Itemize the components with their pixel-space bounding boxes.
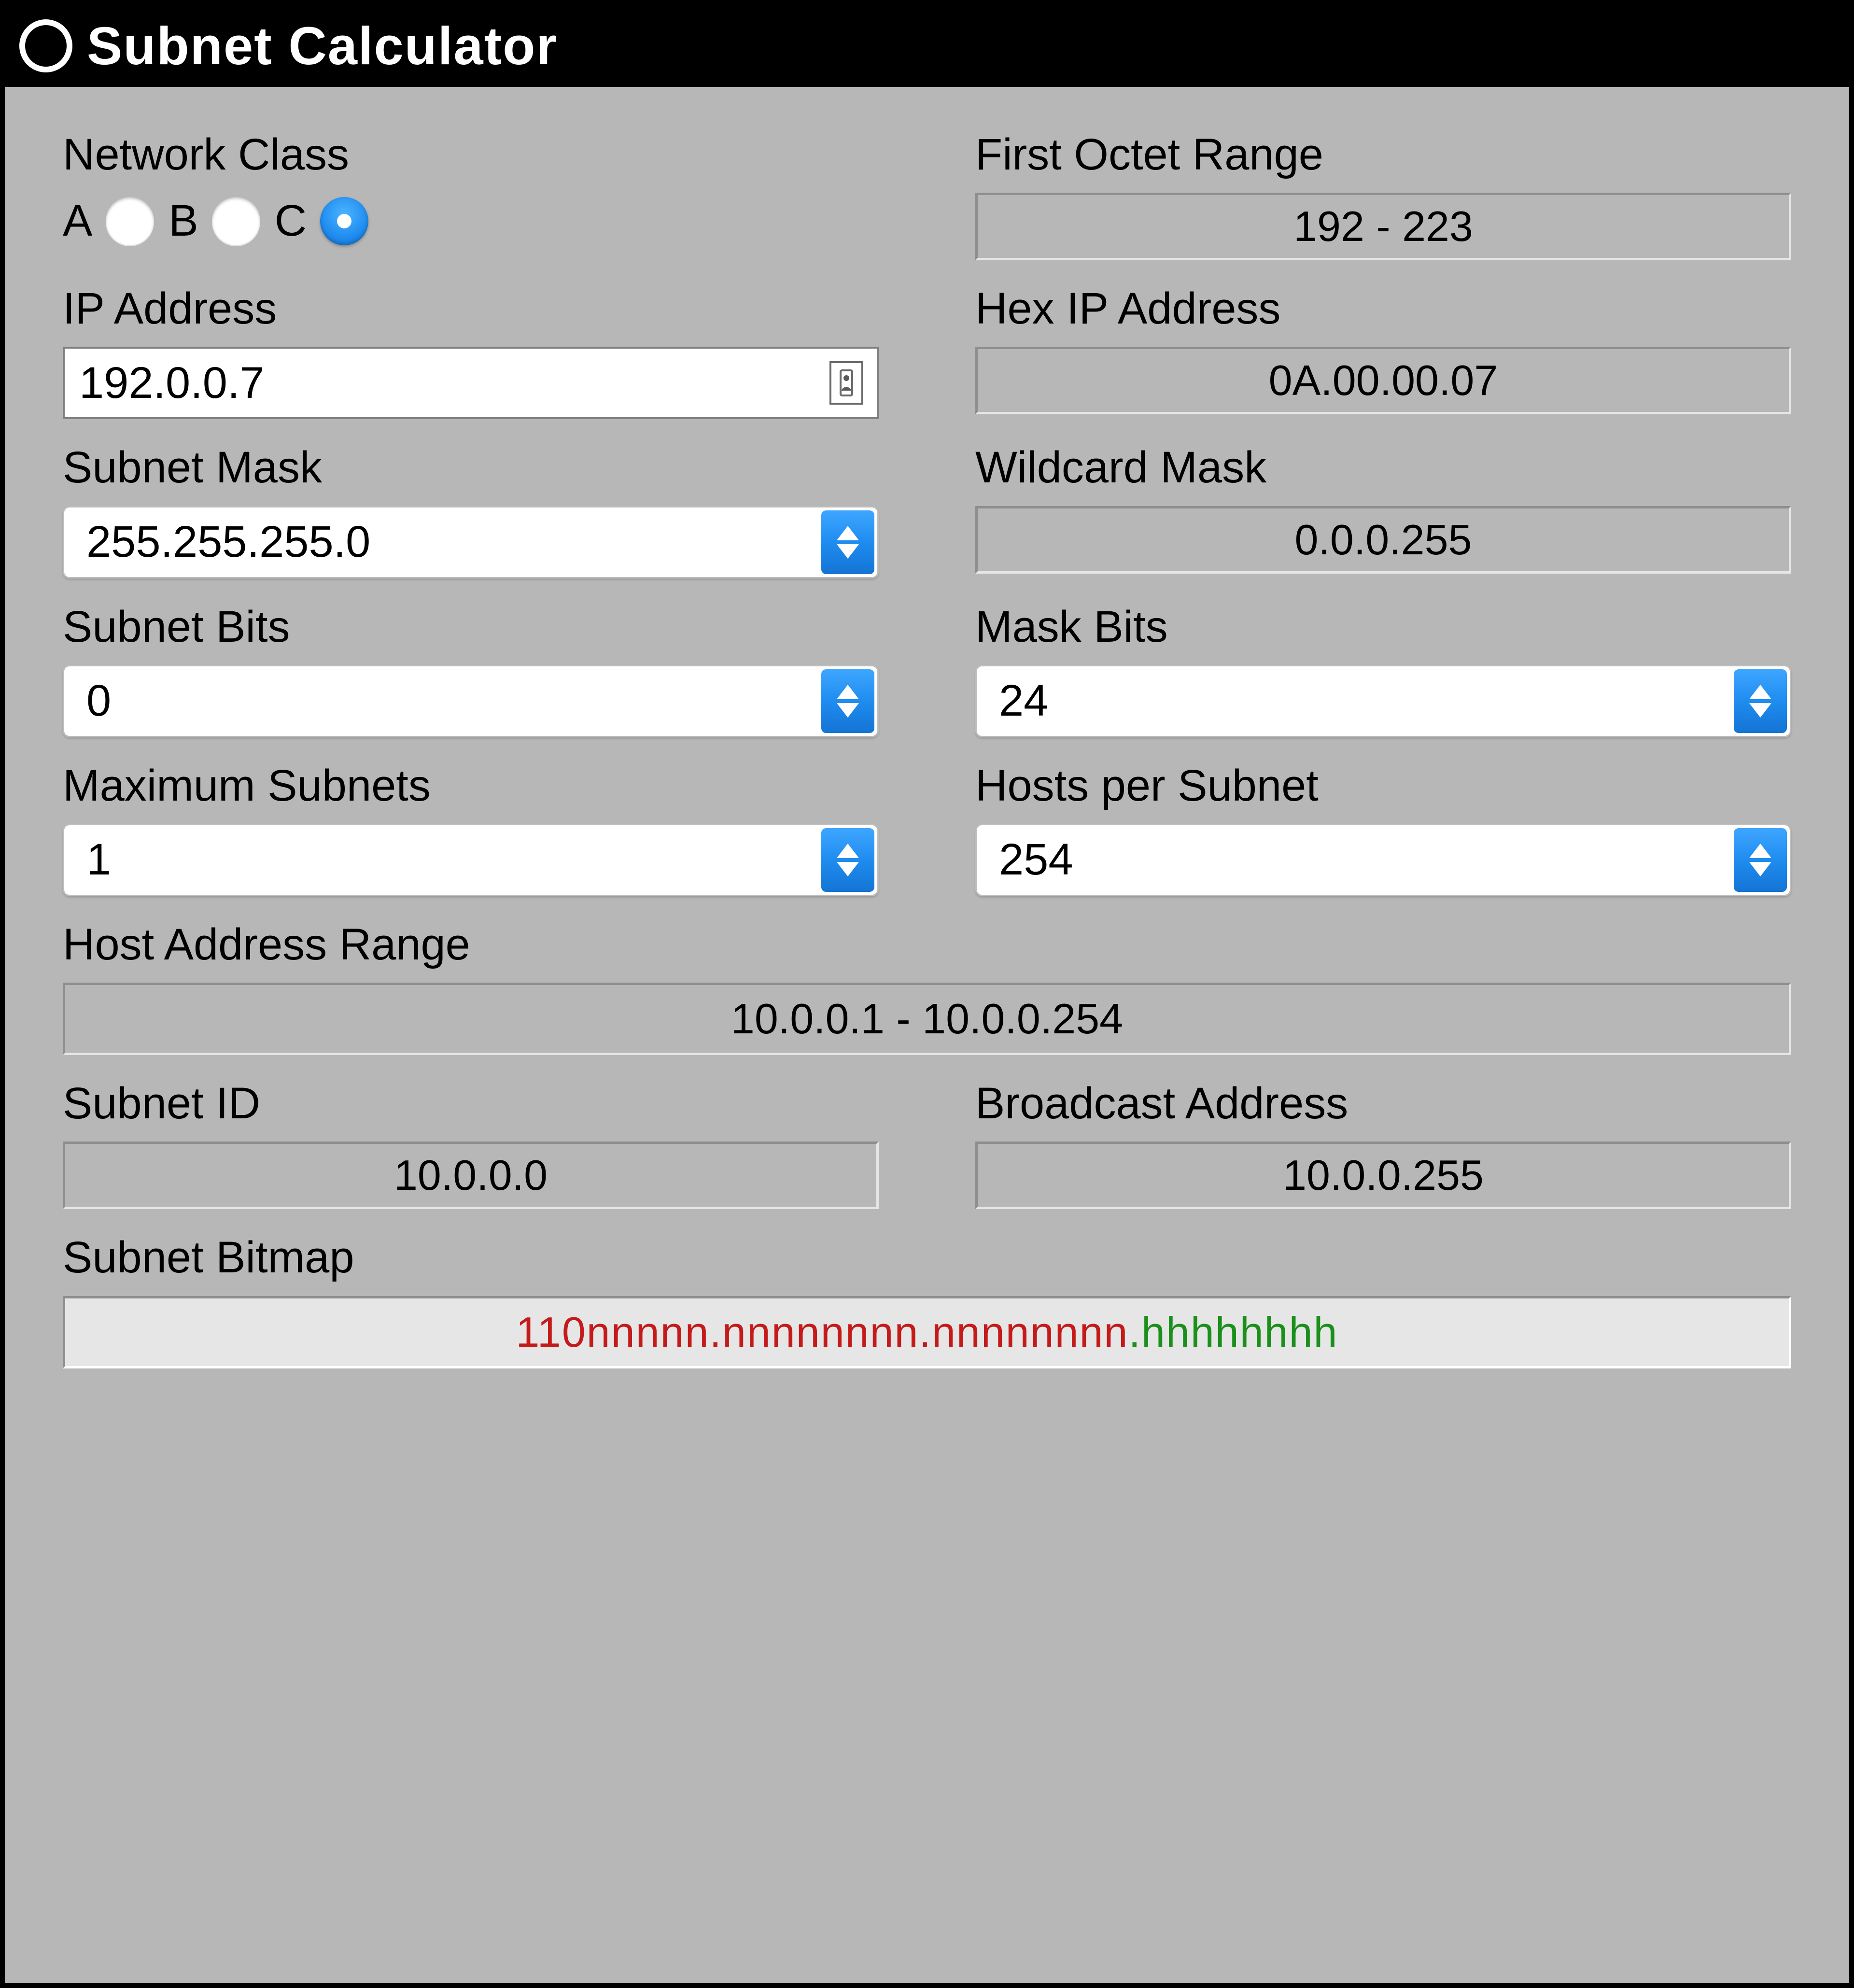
hosts-per-subnet-label: Hosts per Subnet xyxy=(975,761,1791,810)
broadcast-address-value: 10.0.0.255 xyxy=(975,1142,1791,1209)
window-title: Subnet Calculator xyxy=(87,15,558,77)
subnet-bits-label: Subnet Bits xyxy=(63,603,879,651)
network-class-c-radio[interactable] xyxy=(320,197,368,245)
ip-address-label: IP Address xyxy=(63,284,879,333)
app-icon xyxy=(19,19,72,72)
network-class-b-label: B xyxy=(169,196,198,246)
bitmap-seg4: hhhhhhhh xyxy=(1141,1308,1338,1357)
mask-bits-label: Mask Bits xyxy=(975,603,1791,651)
first-octet-range-label: First Octet Range xyxy=(975,130,1791,179)
maximum-subnets-select[interactable]: 1 xyxy=(63,824,879,896)
subnet-mask-value: 255.255.255.0 xyxy=(86,517,370,567)
subnet-id-value: 10.0.0.0 xyxy=(63,1142,879,1209)
network-class-field: Network Class A B C xyxy=(63,130,879,260)
wildcard-mask-label: Wildcard Mask xyxy=(975,443,1791,492)
bitmap-seg3: nnnnnnnn xyxy=(932,1308,1129,1357)
subnet-bits-select[interactable]: 0 xyxy=(63,665,879,737)
hex-ip-address-label: Hex IP Address xyxy=(975,284,1791,333)
maximum-subnets-field: Maximum Subnets 1 xyxy=(63,761,879,896)
bitmap-seg1: 110nnnnn xyxy=(516,1308,710,1357)
titlebar: Subnet Calculator xyxy=(5,5,1849,87)
chevron-up-down-icon xyxy=(821,510,874,574)
subnet-id-field: Subnet ID 10.0.0.0 xyxy=(63,1079,879,1209)
ip-address-value: 192.0.0.7 xyxy=(79,358,265,409)
subnet-calculator-window: Subnet Calculator Network Class A B C Fi… xyxy=(0,0,1854,1988)
wildcard-mask-value: 0.0.0.255 xyxy=(975,506,1791,574)
subnet-bitmap-label: Subnet Bitmap xyxy=(63,1233,1791,1282)
network-class-label: Network Class xyxy=(63,130,879,179)
subnet-id-label: Subnet ID xyxy=(63,1079,879,1128)
subnet-bits-field: Subnet Bits 0 xyxy=(63,603,879,737)
hosts-per-subnet-value: 254 xyxy=(999,834,1073,885)
chevron-up-down-icon xyxy=(1734,669,1787,733)
contacts-icon[interactable] xyxy=(829,361,863,405)
first-octet-range-field: First Octet Range 192 - 223 xyxy=(975,130,1791,260)
mask-bits-field: Mask Bits 24 xyxy=(975,603,1791,737)
subnet-mask-field: Subnet Mask 255.255.255.0 xyxy=(63,443,879,578)
maximum-subnets-value: 1 xyxy=(86,834,111,885)
mask-bits-value: 24 xyxy=(999,676,1048,726)
network-class-a-radio[interactable] xyxy=(106,197,154,245)
first-octet-range-value: 192 - 223 xyxy=(975,193,1791,260)
network-class-c-label: C xyxy=(275,196,307,246)
host-address-range-label: Host Address Range xyxy=(63,920,1791,969)
hex-ip-address-value: 0A.00.00.07 xyxy=(975,347,1791,414)
subnet-bits-value: 0 xyxy=(86,676,111,726)
wildcard-mask-field: Wildcard Mask 0.0.0.255 xyxy=(975,443,1791,578)
hex-ip-address-field: Hex IP Address 0A.00.00.07 xyxy=(975,284,1791,419)
broadcast-address-label: Broadcast Address xyxy=(975,1079,1791,1128)
ip-address-field: IP Address 192.0.0.7 xyxy=(63,284,879,419)
host-address-range-field: Host Address Range 10.0.0.1 - 10.0.0.254 xyxy=(63,920,1791,1055)
chevron-up-down-icon xyxy=(821,828,874,892)
network-class-a-label: A xyxy=(63,196,92,246)
bitmap-seg2: nnnnnnnn xyxy=(722,1308,919,1357)
subnet-mask-select[interactable]: 255.255.255.0 xyxy=(63,506,879,578)
broadcast-address-field: Broadcast Address 10.0.0.255 xyxy=(975,1079,1791,1209)
subnet-bitmap-field: Subnet Bitmap 110nnnnn.nnnnnnnn.nnnnnnnn… xyxy=(63,1233,1791,1368)
subnet-bitmap-value: 110nnnnn.nnnnnnnn.nnnnnnnn.hhhhhhhh xyxy=(63,1296,1791,1368)
chevron-up-down-icon xyxy=(821,669,874,733)
maximum-subnets-label: Maximum Subnets xyxy=(63,761,879,810)
network-class-b-radio[interactable] xyxy=(212,197,260,245)
chevron-up-down-icon xyxy=(1734,828,1787,892)
subnet-mask-label: Subnet Mask xyxy=(63,443,879,492)
ip-address-input[interactable]: 192.0.0.7 xyxy=(63,347,879,419)
host-address-range-value: 10.0.0.1 - 10.0.0.254 xyxy=(63,983,1791,1055)
hosts-per-subnet-select[interactable]: 254 xyxy=(975,824,1791,896)
hosts-per-subnet-field: Hosts per Subnet 254 xyxy=(975,761,1791,896)
mask-bits-select[interactable]: 24 xyxy=(975,665,1791,737)
body: Network Class A B C First Octet Range 19… xyxy=(5,87,1849,1983)
